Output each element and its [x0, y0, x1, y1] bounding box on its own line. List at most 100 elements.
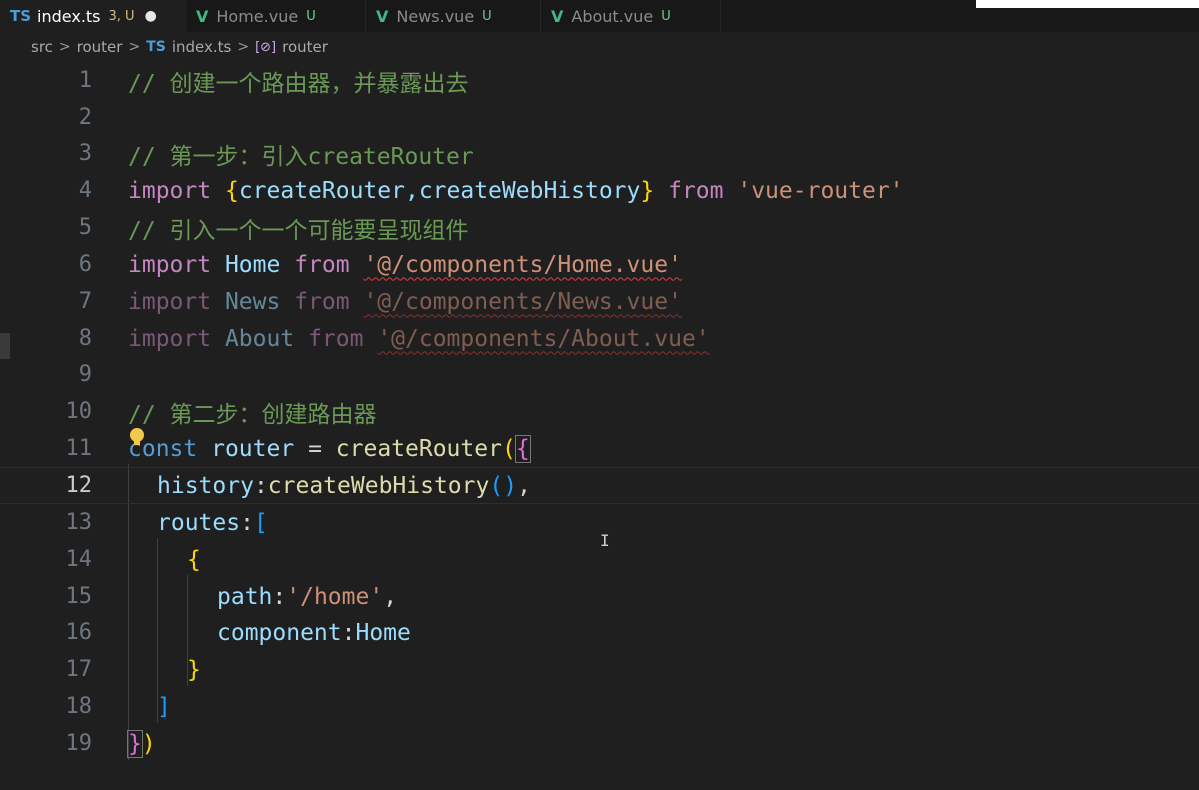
code-line[interactable]: 16 component:Home	[0, 614, 1199, 651]
line-number: 11	[65, 436, 93, 461]
code-line[interactable]: 1 // 创建一个路由器，并暴露出去	[0, 62, 1199, 99]
line-number: 19	[65, 731, 93, 756]
string: '/home'	[286, 583, 384, 610]
tab-label: About.vue	[571, 6, 654, 26]
keyword: import	[128, 177, 212, 204]
code-text: const router = createRouter({	[128, 434, 531, 463]
chevron-right-icon: >	[128, 39, 141, 55]
code-text: routes:[	[157, 510, 268, 536]
symbol-variable-icon: [⊘]	[255, 39, 277, 55]
code-line[interactable]: 6 import Home from '@/components/Home.vu…	[0, 246, 1199, 283]
identifier: News	[224, 288, 281, 315]
vue-file-icon: V	[551, 6, 564, 26]
string-with-error[interactable]: '@/components/Home.vue'	[363, 252, 682, 278]
identifier: About	[224, 325, 295, 352]
code-text: component:Home	[217, 620, 411, 646]
property-key: history	[157, 472, 254, 499]
comma: ,	[517, 472, 531, 499]
code-text: // 第二步：创建路由器	[128, 395, 377, 429]
lightbulb-icon[interactable]	[130, 428, 144, 445]
string-with-error[interactable]: '@/components/News.vue'	[363, 289, 682, 315]
chevron-right-icon: >	[58, 39, 71, 55]
line-number: 1	[78, 68, 92, 93]
breadcrumb-src[interactable]: src	[31, 38, 53, 56]
code-text: // 引入一个一个可能要呈现组件	[128, 211, 469, 245]
identifier: createRouter,createWebHistory	[238, 177, 641, 204]
tab-index-ts[interactable]: TS index.ts 3, U ●	[0, 0, 186, 32]
code-editor[interactable]: 1 // 创建一个路由器，并暴露出去 2 3 // 第一步：引入createRo…	[0, 62, 1199, 790]
code-line[interactable]: 5 // 引入一个一个可能要呈现组件	[0, 209, 1199, 246]
line-number: 2	[78, 105, 92, 130]
tab-news-vue[interactable]: V News.vue U	[366, 0, 541, 32]
colon: :	[240, 509, 254, 536]
brace: {	[224, 177, 239, 204]
line-number: 8	[78, 326, 92, 351]
code-text: path:'/home',	[217, 584, 397, 610]
line-number: 4	[78, 178, 92, 203]
code-line[interactable]: 7 import News from '@/components/News.vu…	[0, 283, 1199, 320]
breadcrumb-router-folder[interactable]: router	[77, 38, 123, 56]
property-key: component	[217, 619, 342, 646]
brace: {	[514, 434, 531, 463]
paren: (	[501, 435, 516, 462]
comment: // 引入一个一个可能要呈现组件	[128, 217, 469, 244]
brace: }	[187, 656, 201, 683]
code-line[interactable]: 17 }	[0, 651, 1199, 688]
keyword: import	[128, 288, 212, 315]
identifier: Home	[355, 619, 411, 646]
keyword: from	[668, 177, 724, 204]
comma: ,	[383, 583, 398, 610]
tab-about-vue[interactable]: V About.vue U	[541, 0, 721, 32]
brace: {	[187, 546, 201, 573]
typescript-file-icon: TS	[10, 7, 32, 25]
code-line-current[interactable]: 12 history:createWebHistory(),	[0, 467, 1199, 504]
code-text: import Home from '@/components/Home.vue'	[128, 252, 682, 278]
breadcrumb: src > router > TS index.ts > [⊘] router	[31, 36, 328, 58]
tab-status: U	[482, 8, 492, 24]
vue-file-icon: V	[376, 6, 389, 26]
code-line[interactable]: 3 // 第一步：引入createRouter	[0, 135, 1199, 172]
line-number: 7	[78, 289, 92, 314]
line-number: 5	[78, 215, 92, 240]
unsaved-dot-icon[interactable]: ●	[145, 8, 157, 24]
line-number: 15	[65, 584, 93, 609]
bracket: [	[253, 509, 268, 536]
code-text: // 第一步：引入createRouter	[128, 137, 474, 171]
tab-label: News.vue	[396, 6, 475, 26]
line-number: 3	[78, 141, 92, 166]
code-line[interactable]: 2	[0, 99, 1199, 136]
code-line[interactable]: 10 // 第二步：创建路由器	[0, 393, 1199, 430]
line-number: 14	[65, 547, 93, 572]
code-line[interactable]: 9	[0, 356, 1199, 393]
function-name: createWebHistory	[267, 472, 490, 499]
code-text: import News from '@/components/News.vue'	[128, 289, 682, 315]
string: 'vue-router'	[737, 177, 904, 204]
text-cursor-icon: I	[600, 531, 610, 550]
code-line[interactable]: 19 })	[0, 725, 1199, 762]
string-with-error[interactable]: '@/components/About.vue'	[377, 326, 709, 352]
colon: :	[341, 619, 356, 646]
code-line[interactable]: 4 import {createRouter,createWebHistory}…	[0, 172, 1199, 209]
line-number: 17	[65, 657, 93, 682]
function-name: createRouter	[335, 435, 502, 462]
line-number: 18	[65, 694, 93, 719]
code-line[interactable]: 8 import About from '@/components/About.…	[0, 320, 1199, 357]
tab-status: U	[306, 8, 316, 24]
tab-home-vue[interactable]: V Home.vue U	[186, 0, 366, 32]
line-number: 13	[65, 510, 93, 535]
code-line[interactable]: 11 const router = createRouter({	[0, 430, 1199, 467]
code-text: })	[127, 729, 156, 758]
breadcrumb-symbol[interactable]: router	[282, 38, 328, 56]
code-text: history:createWebHistory(),	[157, 473, 531, 499]
tab-label: Home.vue	[216, 6, 299, 26]
bracket: ]	[157, 693, 171, 720]
breadcrumb-file[interactable]: index.ts	[172, 38, 232, 56]
line-number: 6	[78, 252, 92, 277]
operator: =	[308, 435, 322, 462]
code-text: import About from '@/components/About.vu…	[128, 326, 710, 352]
property-key: path	[217, 583, 273, 610]
comment: // 创建一个路由器，并暴露出去	[128, 70, 469, 97]
code-line[interactable]: 18 ]	[0, 688, 1199, 725]
code-line[interactable]: 15 path:'/home',	[0, 578, 1199, 615]
comment: // 第二步：创建路由器	[128, 401, 377, 428]
